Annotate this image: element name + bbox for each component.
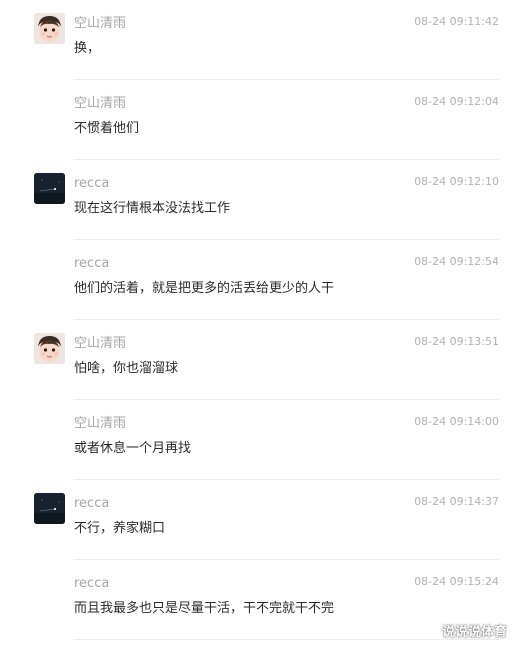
message-username[interactable]: 空山清雨 xyxy=(74,16,126,32)
message-timestamp: 08-24 09:12:54 xyxy=(414,255,499,268)
message-username[interactable]: recca xyxy=(74,256,109,272)
message-divider xyxy=(74,639,499,640)
avatar[interactable] xyxy=(34,13,65,44)
message-timestamp: 08-24 09:12:04 xyxy=(414,95,499,108)
baby-face-icon xyxy=(34,333,65,364)
message-timestamp: 08-24 09:11:42 xyxy=(414,15,499,28)
message-text: 而且我最多也只是尽量干活，干不完就干不完 xyxy=(74,601,335,616)
message-timestamp: 08-24 09:14:00 xyxy=(414,415,499,428)
message-text: 现在这行情根本没法找工作 xyxy=(74,201,231,216)
message-username[interactable]: 空山清雨 xyxy=(74,336,126,352)
message-text: 他们的活着，就是把更多的活丢给更少的人干 xyxy=(74,281,335,296)
avatar[interactable] xyxy=(34,493,65,524)
message-timestamp: 08-24 09:12:10 xyxy=(414,175,499,188)
chat-message: 空山清雨 08-24 09:13:51 怕啥，你也溜溜球 xyxy=(0,320,515,400)
chat-message: recca 08-24 09:15:24 而且我最多也只是尽量干活，干不完就干不… xyxy=(0,560,515,640)
message-text: 换， xyxy=(74,41,101,56)
message-username[interactable]: recca xyxy=(74,496,109,512)
message-timestamp: 08-24 09:13:51 xyxy=(414,335,499,348)
chat-message: recca 08-24 09:12:10 现在这行情根本没法找工作 xyxy=(0,160,515,240)
avatar[interactable] xyxy=(34,333,65,364)
message-text: 不惯着他们 xyxy=(74,121,140,136)
chat-message: recca 08-24 09:12:54 他们的活着，就是把更多的活丢给更少的人… xyxy=(0,240,515,320)
chat-message-list: 空山清雨 08-24 09:11:42 换， 空山清雨 08-24 09:12:… xyxy=(0,0,515,648)
baby-face-icon xyxy=(34,13,65,44)
night-sky-icon xyxy=(34,493,65,524)
night-sky-icon xyxy=(34,173,65,204)
message-username[interactable]: recca xyxy=(74,176,109,192)
chat-message: recca 08-24 09:14:37 不行，养家糊口 xyxy=(0,480,515,560)
chat-message: 空山清雨 08-24 09:12:04 不惯着他们 xyxy=(0,80,515,160)
message-text: 怕啥，你也溜溜球 xyxy=(74,361,179,376)
chat-message: 空山清雨 08-24 09:11:42 换， xyxy=(0,0,515,80)
message-timestamp: 08-24 09:15:24 xyxy=(414,575,499,588)
avatar[interactable] xyxy=(34,173,65,204)
watermark: 说说说体育 xyxy=(441,625,507,640)
message-text: 或者休息一个月再找 xyxy=(74,441,192,456)
message-username[interactable]: recca xyxy=(74,576,109,592)
message-username[interactable]: 空山清雨 xyxy=(74,416,126,432)
message-timestamp: 08-24 09:14:37 xyxy=(414,495,499,508)
chat-message: 空山清雨 08-24 09:14:00 或者休息一个月再找 xyxy=(0,400,515,480)
message-text: 不行，养家糊口 xyxy=(74,521,166,536)
message-username[interactable]: 空山清雨 xyxy=(74,96,126,112)
